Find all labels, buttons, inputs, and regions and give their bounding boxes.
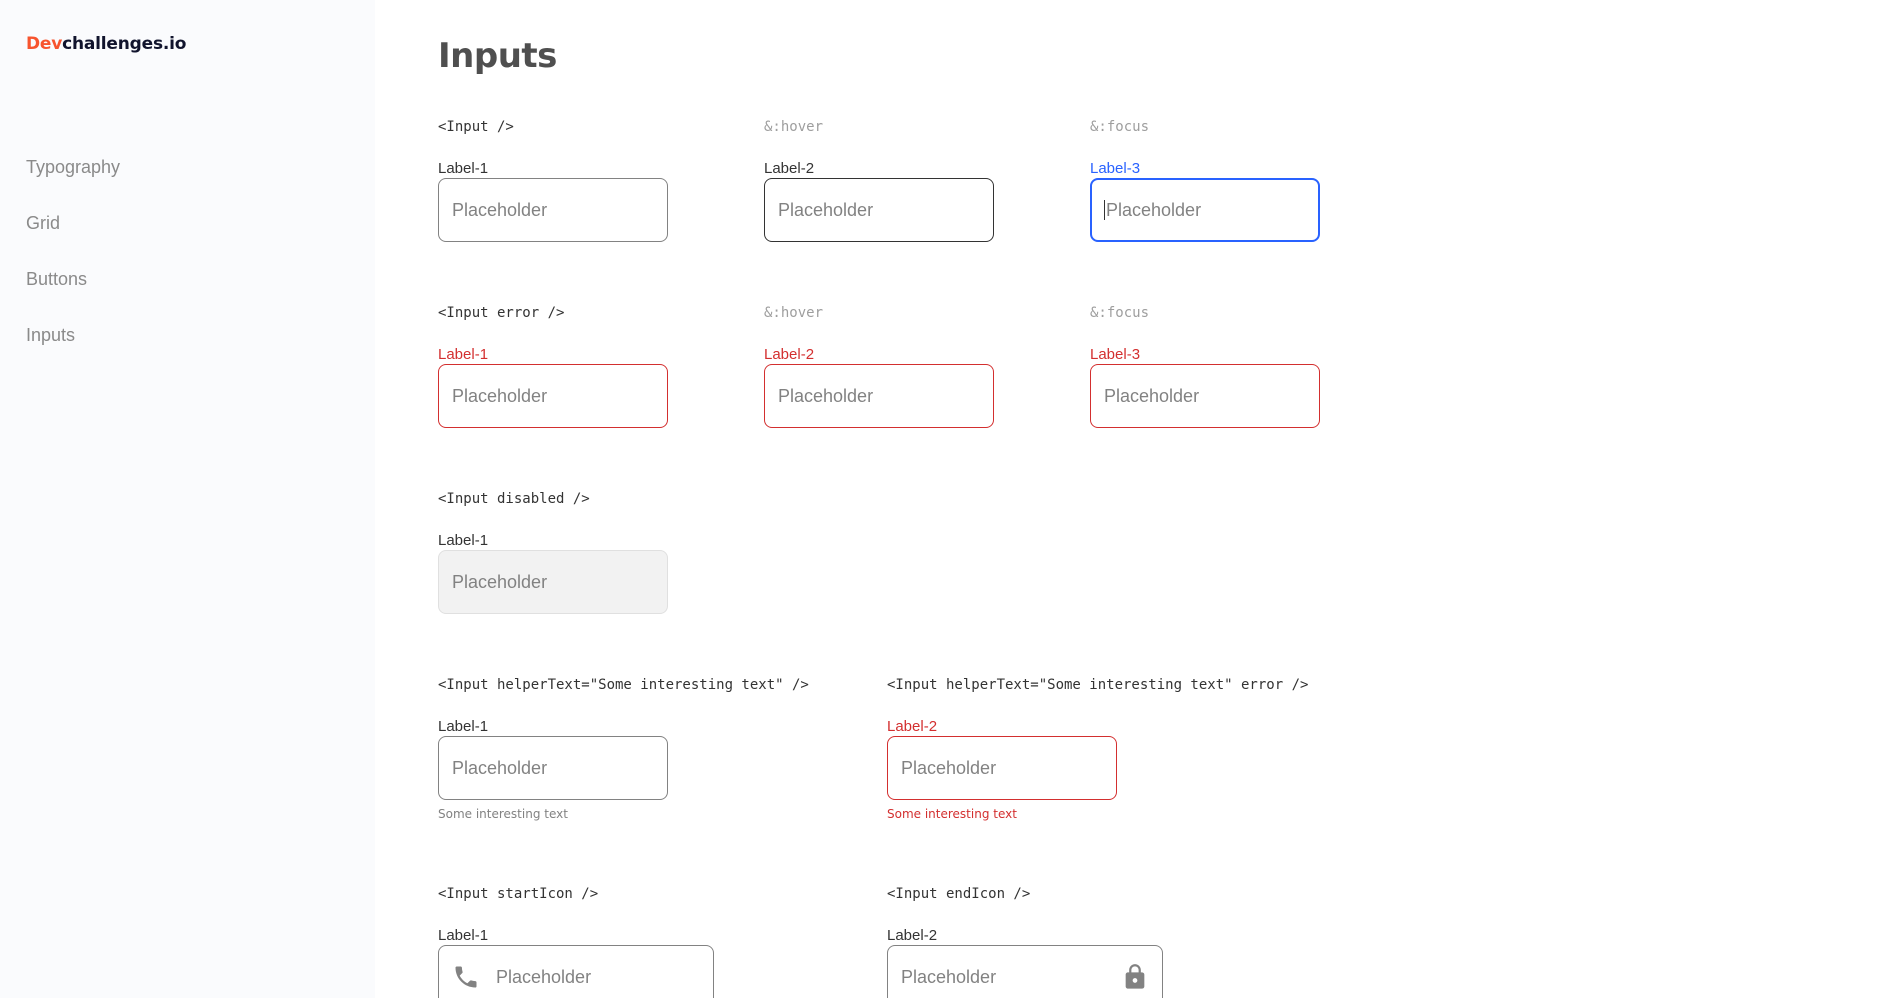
input-placeholder: Placeholder	[778, 385, 874, 406]
input-placeholder: Placeholder	[496, 966, 592, 987]
text-input-helper[interactable]: Placeholder	[438, 736, 668, 800]
phone-icon	[455, 966, 477, 988]
input-placeholder: Placeholder	[778, 199, 874, 220]
code-focus: &:focus	[1090, 119, 1150, 135]
code-input-helper-error: <Input helperText="Some interesting text…	[887, 677, 1309, 693]
code-input-error: <Input error />	[438, 305, 565, 321]
text-input-helper-error[interactable]: Placeholder	[887, 736, 1117, 800]
sidebar-item-typography[interactable]: Typography	[26, 154, 120, 210]
text-input-end-icon[interactable]: Placeholder	[887, 945, 1163, 998]
logo-rest: challenges.io	[62, 34, 187, 54]
text-input-error-hover[interactable]: Placeholder	[764, 364, 994, 428]
logo[interactable]: Devchallenges.io	[26, 34, 186, 54]
sidebar-item-grid[interactable]: Grid	[26, 210, 120, 266]
sidebar: Devchallenges.io Typography Grid Buttons…	[0, 0, 375, 998]
text-caret	[1104, 200, 1105, 220]
sidebar-item-inputs[interactable]: Inputs	[26, 322, 120, 378]
input-label: Label-1	[438, 718, 489, 735]
code-input-helper: <Input helperText="Some interesting text…	[438, 677, 809, 693]
text-input-error[interactable]: Placeholder	[438, 364, 668, 428]
input-label: Label-1	[438, 160, 489, 177]
logo-brand: Dev	[26, 34, 63, 54]
input-label: Label-3	[1090, 346, 1141, 363]
input-label: Label-1	[438, 927, 489, 944]
input-label: Label-1	[438, 346, 489, 363]
text-input-hover[interactable]: Placeholder	[764, 178, 994, 242]
input-placeholder: Placeholder	[901, 757, 997, 778]
text-input-disabled: Placeholder	[438, 550, 668, 614]
page-title: Inputs	[438, 36, 557, 76]
input-label: Label-3	[1090, 160, 1141, 177]
code-input-default: <Input />	[438, 119, 514, 135]
sidebar-item-buttons[interactable]: Buttons	[26, 266, 120, 322]
text-input-start-icon[interactable]: Placeholder	[438, 945, 714, 998]
input-placeholder: Placeholder	[1106, 199, 1202, 220]
input-label: Label-1	[438, 532, 489, 549]
main-content: Inputs <Input /> &:hover &:focus Label-1…	[438, 0, 1898, 998]
code-input-disabled: <Input disabled />	[438, 491, 590, 507]
text-input-focus[interactable]: Placeholder	[1090, 178, 1320, 242]
lock-icon	[1125, 964, 1145, 989]
input-label: Label-2	[887, 718, 938, 735]
code-hover: &:hover	[764, 119, 824, 135]
input-placeholder: Placeholder	[452, 571, 548, 592]
code-input-end-icon: <Input endIcon />	[887, 886, 1031, 902]
text-input[interactable]: Placeholder	[438, 178, 668, 242]
input-placeholder: Placeholder	[901, 966, 997, 987]
input-placeholder: Placeholder	[452, 757, 548, 778]
input-placeholder: Placeholder	[452, 199, 548, 220]
code-focus: &:focus	[1090, 305, 1150, 321]
helper-text-error: Some interesting text	[887, 807, 1017, 821]
code-hover: &:hover	[764, 305, 824, 321]
input-placeholder: Placeholder	[452, 385, 548, 406]
input-placeholder: Placeholder	[1104, 385, 1200, 406]
helper-text: Some interesting text	[438, 807, 568, 821]
input-label: Label-2	[764, 346, 815, 363]
sidebar-nav: Typography Grid Buttons Inputs	[26, 154, 120, 378]
input-label: Label-2	[887, 927, 938, 944]
text-input-error-focus[interactable]: Placeholder	[1090, 364, 1320, 428]
code-input-start-icon: <Input startIcon />	[438, 886, 599, 902]
input-label: Label-2	[764, 160, 815, 177]
